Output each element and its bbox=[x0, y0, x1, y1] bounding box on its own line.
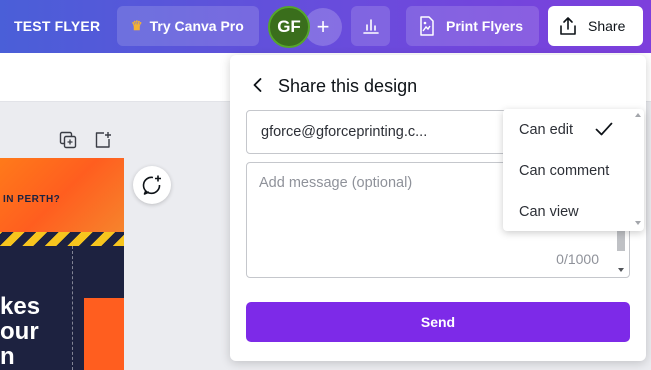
checkmark-icon bbox=[595, 122, 613, 136]
flyer-header-text: IN PERTH? bbox=[3, 194, 61, 205]
flyer-headline-line1: kes bbox=[0, 293, 41, 320]
crown-icon: ♛ bbox=[131, 18, 143, 33]
add-page-icon[interactable] bbox=[94, 131, 112, 149]
flyer-hazard-stripe bbox=[0, 232, 124, 246]
flyer-orange-block bbox=[84, 298, 124, 370]
option-can-comment[interactable]: Can comment bbox=[519, 163, 609, 179]
share-upload-icon bbox=[560, 17, 576, 35]
flyer-design-page[interactable]: IN PERTH? kes our n bbox=[0, 158, 124, 370]
print-flyers-button[interactable]: Print Flyers bbox=[406, 6, 539, 46]
message-placeholder: Add message (optional) bbox=[259, 175, 413, 191]
print-flyers-label: Print Flyers bbox=[446, 18, 524, 34]
share-button[interactable]: Share bbox=[548, 6, 643, 46]
flyer-headline: kes our n bbox=[0, 294, 40, 369]
try-canva-pro-button[interactable]: ♛ Try Canva Pro bbox=[117, 6, 259, 46]
share-label: Share bbox=[588, 18, 626, 34]
document-title[interactable]: TEST FLYER bbox=[14, 18, 100, 34]
character-count: 0/1000 bbox=[556, 251, 599, 267]
duplicate-page-icon[interactable] bbox=[59, 131, 77, 149]
permission-dropdown: Can edit Can comment Can view bbox=[503, 109, 644, 231]
bar-chart-icon bbox=[362, 19, 379, 34]
add-comment-icon bbox=[142, 175, 161, 195]
add-comment-button[interactable] bbox=[133, 166, 171, 204]
back-chevron-icon[interactable] bbox=[248, 75, 268, 95]
flyer-headline-line2: our bbox=[0, 318, 39, 345]
option-can-edit[interactable]: Can edit bbox=[519, 122, 573, 138]
print-flyer-icon bbox=[420, 16, 434, 36]
try-canva-pro-label: Try Canva Pro bbox=[149, 18, 244, 34]
flyer-headline-line3: n bbox=[0, 343, 15, 370]
share-panel-title: Share this design bbox=[278, 76, 418, 96]
dropdown-scrollbar[interactable] bbox=[632, 109, 644, 231]
insights-button[interactable] bbox=[351, 6, 390, 46]
editor-header: TEST FLYER ♛ Try Canva Pro + GF Print Fl… bbox=[0, 0, 651, 53]
avatar[interactable]: GF bbox=[268, 6, 310, 48]
option-can-view[interactable]: Can view bbox=[519, 204, 579, 220]
send-button[interactable]: Send bbox=[246, 302, 630, 342]
email-field-value: gforce@gforceprinting.c... bbox=[261, 124, 428, 140]
flyer-guide-line bbox=[72, 246, 73, 370]
plus-icon: + bbox=[316, 14, 330, 39]
